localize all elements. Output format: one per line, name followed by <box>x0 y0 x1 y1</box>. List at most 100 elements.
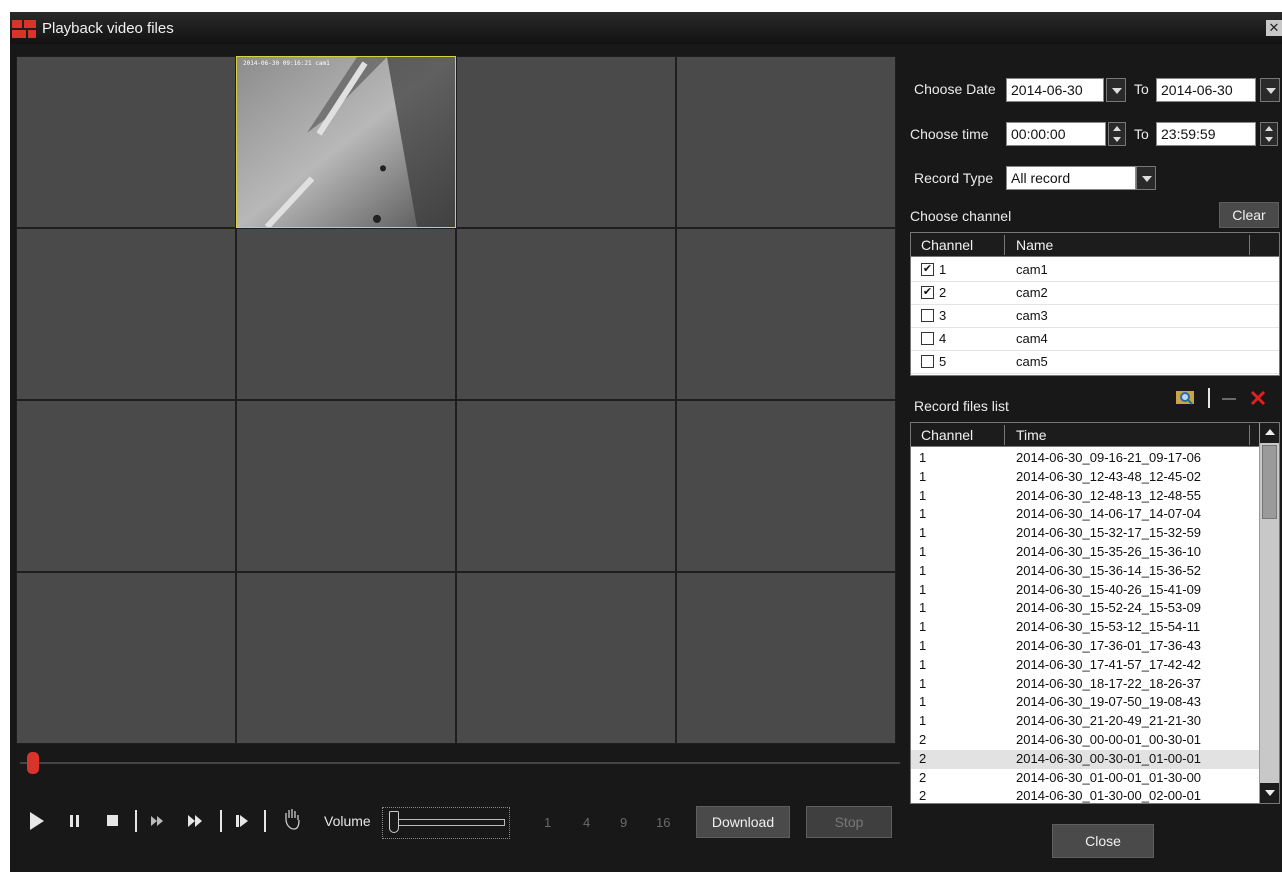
channel-row[interactable]: ✔ 1 cam1 <box>911 259 1279 282</box>
record-files-table: Channel Time 1 2014-06-30_09-16-21_09-17-… <box>910 422 1280 804</box>
search-files-icon[interactable] <box>1176 388 1196 406</box>
split-4-option[interactable]: 4 <box>583 815 590 830</box>
file-row[interactable]: 1 2014-06-30_15-32-17_15-32-59 <box>911 524 1261 543</box>
file-row[interactable]: 1 2014-06-30_19-07-50_19-08-43 <box>911 693 1261 712</box>
date-from-dropdown-icon[interactable] <box>1106 78 1126 102</box>
close-button[interactable]: Close <box>1052 824 1154 858</box>
video-cell[interactable] <box>457 401 675 571</box>
video-cell[interactable] <box>457 573 675 743</box>
time-to-spinner-icon[interactable] <box>1260 122 1278 146</box>
toolbar-separator <box>220 810 222 832</box>
video-cell[interactable] <box>677 57 895 227</box>
file-row[interactable]: 1 2014-06-30_12-48-13_12-48-55 <box>911 487 1261 506</box>
time-to-field[interactable]: 23:59:59 <box>1156 122 1256 146</box>
video-cell[interactable] <box>17 57 235 227</box>
file-time: 2014-06-30_01-30-00_02-00-01 <box>1016 788 1202 804</box>
download-button[interactable]: Download <box>696 806 790 838</box>
scroll-down-icon[interactable] <box>1260 783 1279 803</box>
file-row[interactable]: 1 2014-06-30_15-53-12_15-54-11 <box>911 618 1261 637</box>
video-cell-active[interactable]: 2014-06-30 09:16:21 cam1 <box>236 56 456 228</box>
video-cell[interactable] <box>677 401 895 571</box>
file-channel: 1 <box>919 525 927 541</box>
file-channel: 2 <box>919 732 927 747</box>
channel-number: 3 <box>939 308 947 323</box>
file-row[interactable]: 2 2014-06-30_00-30-01_01-00-01 <box>911 749 1261 769</box>
playback-progress-track[interactable] <box>20 762 900 764</box>
playback-progress-handle[interactable] <box>27 752 39 774</box>
time-from-spinner-icon[interactable] <box>1108 122 1126 146</box>
channel-checkbox[interactable] <box>921 355 934 368</box>
file-row[interactable]: 2 2014-06-30_01-00-01_01-30-00 <box>911 769 1261 788</box>
file-time: 2014-06-30_15-32-17_15-32-59 <box>1016 525 1202 541</box>
video-cell[interactable] <box>237 401 455 571</box>
video-cell[interactable] <box>17 401 235 571</box>
file-row[interactable]: 1 2014-06-30_15-40-26_15-41-09 <box>911 581 1261 600</box>
file-row[interactable]: 1 2014-06-30_12-43-48_12-45-02 <box>911 468 1261 487</box>
file-row[interactable]: 1 2014-06-30_17-41-57_17-42-42 <box>911 656 1261 675</box>
column-header-name[interactable]: Name <box>1006 235 1250 255</box>
column-header-channel[interactable]: Channel <box>911 425 1005 445</box>
play-icon[interactable] <box>30 812 44 830</box>
clear-button[interactable]: Clear <box>1219 202 1279 228</box>
video-cell[interactable] <box>457 57 675 227</box>
file-time: 2014-06-30_00-30-01_01-00-01 <box>1016 750 1202 766</box>
file-row[interactable]: 1 2014-06-30_17-36-01_17-36-43 <box>911 637 1261 656</box>
video-cell[interactable] <box>237 229 455 399</box>
slow-forward-icon[interactable] <box>151 816 163 826</box>
file-row[interactable]: 1 2014-06-30_15-36-14_15-36-52 <box>911 562 1261 581</box>
pause-icon[interactable] <box>70 815 80 827</box>
volume-slider[interactable] <box>382 807 510 839</box>
file-channel: 2 <box>919 750 927 766</box>
file-row[interactable]: 1 2014-06-30_15-35-26_15-36-10 <box>911 543 1261 562</box>
file-time: 2014-06-30_15-35-26_15-36-10 <box>1016 544 1202 559</box>
remove-icon[interactable] <box>1222 398 1236 400</box>
files-scrollbar[interactable] <box>1259 423 1279 803</box>
file-row[interactable]: 2 2014-06-30_01-30-00_02-00-01 <box>911 787 1261 804</box>
split-1-option[interactable]: 1 <box>544 815 551 830</box>
channel-checkbox[interactable]: ✔ <box>921 286 934 299</box>
file-row[interactable]: 1 2014-06-30_14-06-17_14-07-04 <box>911 505 1261 524</box>
channel-checkbox[interactable] <box>921 332 934 345</box>
video-cell[interactable] <box>17 573 235 743</box>
file-row[interactable]: 2 2014-06-30_00-00-01_00-30-01 <box>911 731 1261 750</box>
scrollbar-thumb[interactable] <box>1262 445 1277 519</box>
time-from-field[interactable]: 00:00:00 <box>1006 122 1106 146</box>
file-row[interactable]: 1 2014-06-30_21-20-49_21-21-30 <box>911 712 1261 731</box>
date-to-field[interactable]: 2014-06-30 <box>1156 78 1256 102</box>
file-row[interactable]: 1 2014-06-30_09-16-21_09-17-06 <box>911 449 1261 468</box>
file-row[interactable]: 1 2014-06-30_18-17-22_18-26-37 <box>911 675 1261 694</box>
window-title: Playback video files <box>42 20 174 37</box>
stop-icon[interactable] <box>107 815 118 826</box>
file-row[interactable]: 1 2014-06-30_15-52-24_15-53-09 <box>911 599 1261 618</box>
channel-row[interactable]: ✔ 2 cam2 <box>911 282 1279 305</box>
file-time: 2014-06-30_17-41-57_17-42-42 <box>1016 656 1202 672</box>
stop-button[interactable]: Stop <box>806 806 892 838</box>
video-cell[interactable] <box>677 229 895 399</box>
video-cell[interactable] <box>17 229 235 399</box>
channel-row[interactable]: 5 cam5 <box>911 351 1279 374</box>
channel-checkbox[interactable]: ✔ <box>921 263 934 276</box>
channel-row[interactable]: 3 cam3 <box>911 305 1279 328</box>
frame-step-icon[interactable] <box>236 815 248 827</box>
volume-slider-knob[interactable] <box>389 811 399 833</box>
hand-drag-icon[interactable] <box>282 807 302 831</box>
record-type-select[interactable]: All record <box>1006 166 1136 190</box>
date-to-label: To <box>1134 81 1149 97</box>
channel-checkbox[interactable] <box>921 309 934 322</box>
delete-icon[interactable] <box>1250 390 1266 406</box>
record-type-dropdown-icon[interactable] <box>1136 166 1156 190</box>
video-cell[interactable] <box>677 573 895 743</box>
split-16-option[interactable]: 16 <box>656 815 670 830</box>
scroll-up-icon[interactable] <box>1260 423 1279 443</box>
channel-row[interactable]: 4 cam4 <box>911 328 1279 351</box>
split-9-option[interactable]: 9 <box>620 815 627 830</box>
fast-forward-icon[interactable] <box>188 815 202 827</box>
video-cell[interactable] <box>457 229 675 399</box>
files-table-header: Channel Time <box>911 423 1261 447</box>
date-to-dropdown-icon[interactable] <box>1260 78 1280 102</box>
window-close-icon[interactable]: ✕ <box>1266 20 1282 36</box>
video-cell[interactable] <box>237 573 455 743</box>
column-header-channel[interactable]: Channel <box>911 235 1005 255</box>
column-header-time[interactable]: Time <box>1006 425 1250 445</box>
date-from-field[interactable]: 2014-06-30 <box>1006 78 1104 102</box>
